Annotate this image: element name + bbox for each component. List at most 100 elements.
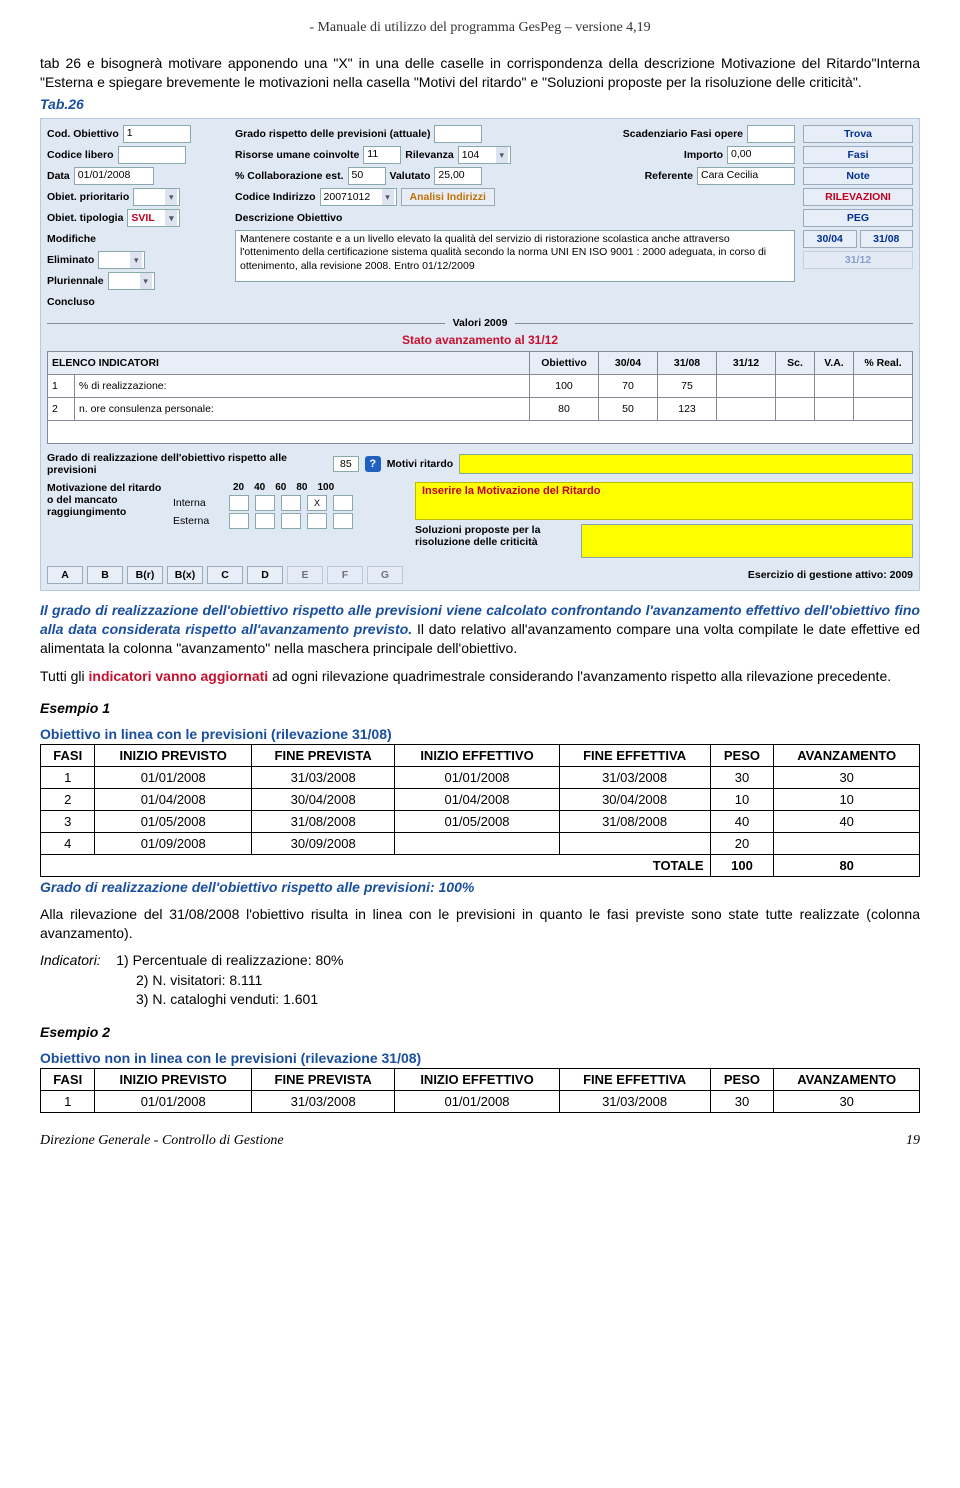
btn-a[interactable]: A <box>47 566 83 584</box>
tipologia-select[interactable]: SVIL <box>127 209 180 227</box>
peg-button[interactable]: PEG <box>803 209 913 227</box>
risorse-label: Risorse umane coinvolte <box>235 149 359 161</box>
importo-input[interactable]: 0,00 <box>727 146 795 164</box>
table-row[interactable]: 2 n. ore consulenza personale: 80 50 123 <box>48 397 913 420</box>
interna-80[interactable]: X <box>307 495 327 511</box>
btn-br[interactable]: B(r) <box>127 566 163 584</box>
th-fasi: FASI <box>41 745 95 767</box>
motivi-ritardo-label: Motivi ritardo <box>387 458 454 470</box>
intro-paragraph: tab 26 e bisognerà motivare apponendo un… <box>40 54 920 92</box>
trova-button[interactable]: Trova <box>803 125 913 143</box>
prioritario-select[interactable] <box>133 188 180 206</box>
pluriennale-select[interactable] <box>108 272 155 290</box>
fasi-table-1: FASI INIZIO PREVISTO FINE PREVISTA INIZI… <box>40 744 920 877</box>
tipologia-label: Obiet. tipologia <box>47 212 123 224</box>
valori-label: Valori 2009 <box>445 317 516 329</box>
cell-c1: 70 <box>599 374 658 397</box>
data-label: Data <box>47 170 70 182</box>
codice-libero-label: Codice libero <box>47 149 114 161</box>
interna-40[interactable] <box>255 495 275 511</box>
btn-b[interactable]: B <box>87 566 123 584</box>
motivi-ritardo-input[interactable] <box>459 454 913 474</box>
descrizione-textarea[interactable]: Mantenere costante e a un livello elevat… <box>235 230 795 282</box>
date-3004-button[interactable]: 30/04 <box>803 230 857 248</box>
stato-row: Stato avanzamento al 31/12 <box>47 333 913 347</box>
collab-input[interactable]: 50 <box>348 167 386 185</box>
pluriennale-label: Pluriennale <box>47 275 104 287</box>
scale-60: 60 <box>275 482 286 493</box>
date-3112-button[interactable]: 31/12 <box>803 251 913 269</box>
th-real: % Real. <box>854 351 913 374</box>
btn-c[interactable]: C <box>207 566 243 584</box>
valutato-input[interactable]: 25,00 <box>434 167 482 185</box>
th-ie: INIZIO EFFETTIVO <box>395 1068 559 1090</box>
note-button[interactable]: Note <box>803 167 913 185</box>
esterna-label: Esterna <box>173 515 223 527</box>
esterna-60[interactable] <box>281 513 301 529</box>
esterna-80[interactable] <box>307 513 327 529</box>
collab-label: % Collaborazione est. <box>235 170 344 182</box>
btn-d[interactable]: D <box>247 566 283 584</box>
indic-1: 1) Percentuale di realizzazione: 80% <box>116 952 343 968</box>
para2-b: indicatori vanno aggiornati <box>89 668 269 684</box>
indic-2: 2) N. visitatori: 8.111 <box>136 971 262 991</box>
soluzioni-label: Soluzioni proposte per la risoluzione de… <box>415 524 575 558</box>
soluzioni-input[interactable] <box>581 524 913 558</box>
btn-f[interactable]: F <box>327 566 363 584</box>
btn-g[interactable]: G <box>367 566 403 584</box>
table-row: 401/09/200830/09/200820 <box>41 833 920 855</box>
th-fp: FINE PREVISTA <box>251 1068 394 1090</box>
codice-indirizzo-select[interactable]: 20071012 <box>320 188 397 206</box>
esterna-40[interactable] <box>255 513 275 529</box>
page-header: - Manuale di utilizzo del programma GesP… <box>40 20 920 36</box>
referente-input[interactable]: Cara Cecilia <box>697 167 795 185</box>
rilevanza-select[interactable]: 104 <box>458 146 511 164</box>
grado-prev-value[interactable]: 85 <box>333 456 359 472</box>
analisi-indirizzi-button[interactable]: Analisi Indirizzi <box>401 188 495 206</box>
cell-c2: 123 <box>658 397 717 420</box>
eliminato-select[interactable] <box>98 251 145 269</box>
prioritario-label: Obiet. prioritario <box>47 191 129 203</box>
btn-bx[interactable]: B(x) <box>167 566 203 584</box>
data-input[interactable]: 01/01/2008 <box>74 167 154 185</box>
th-peso: PESO <box>710 1068 774 1090</box>
right-column: Trova Fasi Note RILEVAZIONI PEG 30/04 31… <box>803 125 913 311</box>
rilevazioni-button[interactable]: RILEVAZIONI <box>803 188 913 206</box>
esterna-100[interactable] <box>333 513 353 529</box>
th-ip: INIZIO PREVISTO <box>95 745 252 767</box>
paragraph-grado: Il grado di realizzazione dell'obiettivo… <box>40 601 920 658</box>
valutato-label: Valutato <box>390 170 431 182</box>
interna-100[interactable] <box>333 495 353 511</box>
risorse-input[interactable]: 11 <box>363 146 401 164</box>
indicatori-block: Indicatori: 1) Percentuale di realizzazi… <box>40 951 920 1010</box>
th-obiettivo: Obiettivo <box>530 351 599 374</box>
indicatori-table: ELENCO INDICATORI Obiettivo 30/04 31/08 … <box>47 351 913 444</box>
concluso-label: Concluso <box>47 296 95 308</box>
cell-c1: 50 <box>599 397 658 420</box>
left-column: Cod. Obiettivo1 Codice libero Data01/01/… <box>47 125 227 311</box>
scale-100: 100 <box>318 482 335 493</box>
stato-label: Stato avanzamento al 31/12 <box>402 333 558 347</box>
grado-attuale-input[interactable] <box>434 125 482 143</box>
th-fe: FINE EFFETTIVA <box>559 745 710 767</box>
fasi-table-2: FASI INIZIO PREVISTO FINE PREVISTA INIZI… <box>40 1068 920 1113</box>
help-icon[interactable]: ? <box>365 456 381 472</box>
middle-column: Grado rispetto delle previsioni (attuale… <box>235 125 795 311</box>
esterna-20[interactable] <box>229 513 249 529</box>
table-row[interactable]: 1 % di realizzazione: 100 70 75 <box>48 374 913 397</box>
codice-libero-input[interactable] <box>118 146 186 164</box>
th-3108: 31/08 <box>658 351 717 374</box>
th-fp: FINE PREVISTA <box>251 745 394 767</box>
interna-60[interactable] <box>281 495 301 511</box>
scadenziario-input[interactable] <box>747 125 795 143</box>
fasi-button[interactable]: Fasi <box>803 146 913 164</box>
date-3108-button[interactable]: 31/08 <box>860 230 914 248</box>
btn-e[interactable]: E <box>287 566 323 584</box>
cod-obiettivo-input[interactable]: 1 <box>123 125 191 143</box>
interna-20[interactable] <box>229 495 249 511</box>
table-row: 301/05/200831/08/200801/05/200831/08/200… <box>41 811 920 833</box>
para2-c: ad ogni rilevazione quadrimestrale consi… <box>268 668 891 684</box>
scale-20: 20 <box>233 482 244 493</box>
grado-attuale-label: Grado rispetto delle previsioni (attuale… <box>235 128 430 140</box>
table2-title: Obiettivo non in linea con le previsioni… <box>40 1050 920 1066</box>
